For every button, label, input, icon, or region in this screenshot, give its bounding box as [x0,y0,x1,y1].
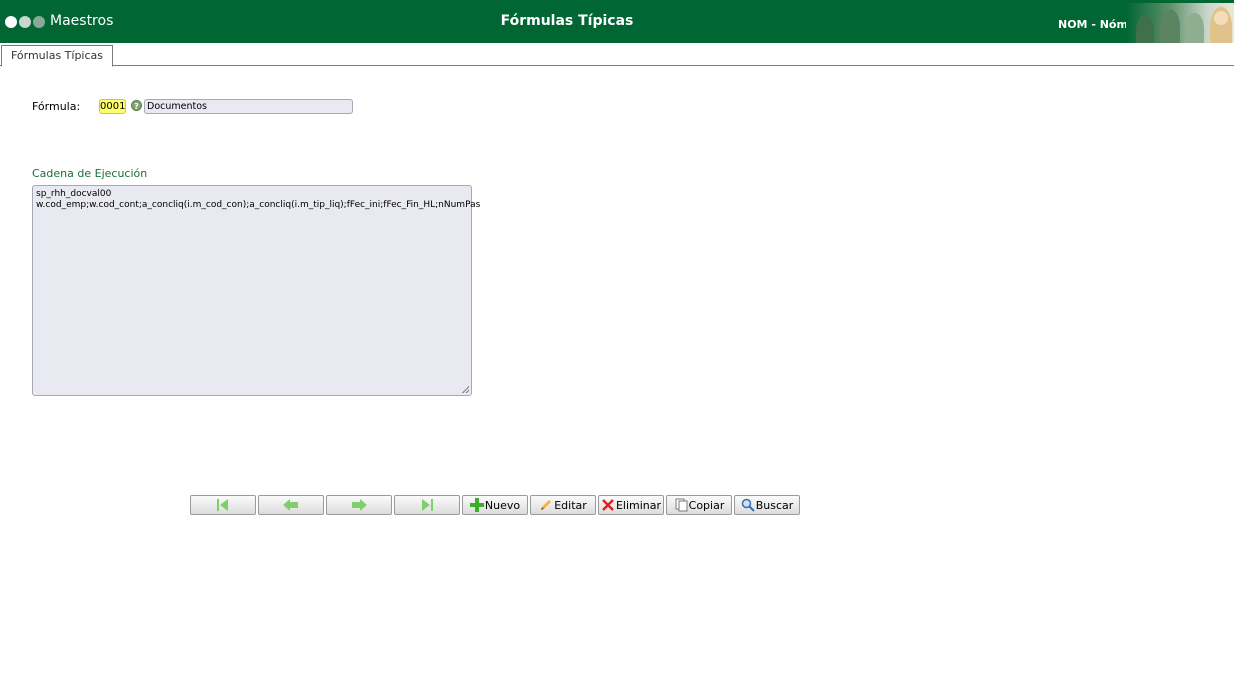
tab-formulas-tipicas[interactable]: Fórmulas Típicas [1,45,113,67]
copy-button[interactable]: Copiar [666,495,732,515]
previous-record-icon [283,499,298,511]
edit-button[interactable]: Editar [530,495,596,515]
next-record-icon [352,499,367,511]
new-button[interactable]: Nuevo [462,495,528,515]
formula-description-field[interactable]: Documentos [144,99,353,114]
search-icon [741,498,755,512]
execution-textarea[interactable]: sp_rhh_docval00 w.cod_emp;w.cod_cont;a_c… [32,185,481,396]
resize-handle-icon[interactable] [462,386,469,393]
pencil-icon [541,500,552,510]
delete-x-icon [602,499,614,511]
execution-section-title: Cadena de Ejecución [32,167,148,180]
page-title: Fórmulas Típicas [500,13,634,29]
first-record-icon [217,499,228,511]
execution-line: w.cod_emp;w.cod_cont;a_concliq(i.m_cod_c… [36,200,481,210]
last-record-button[interactable] [394,495,460,515]
formula-label: Fórmula: [32,100,81,113]
last-record-icon [422,499,433,511]
header-photo [1126,3,1234,43]
first-record-button[interactable] [190,495,256,515]
delete-button-label: Eliminar [615,498,662,512]
next-record-button[interactable] [326,495,392,515]
delete-button[interactable]: Eliminar [598,495,664,515]
edit-button-label: Editar [554,498,587,512]
new-button-label: Nuevo [484,498,521,512]
help-icon[interactable]: ? [131,100,142,111]
tab-bar: Fórmulas Típicas [0,43,1234,67]
previous-record-button[interactable] [258,495,324,515]
execution-line: sp_rhh_docval00 [36,189,112,199]
formula-code-field[interactable]: 0001 [99,99,126,114]
search-button-label: Buscar [755,498,794,512]
app-header: Maestros Fórmulas Típicas NOM - Nómina [0,0,1234,43]
plus-icon [469,498,484,512]
search-button[interactable]: Buscar [734,495,800,515]
copy-button-label: Copiar [688,498,725,512]
copy-document-icon [675,498,688,512]
